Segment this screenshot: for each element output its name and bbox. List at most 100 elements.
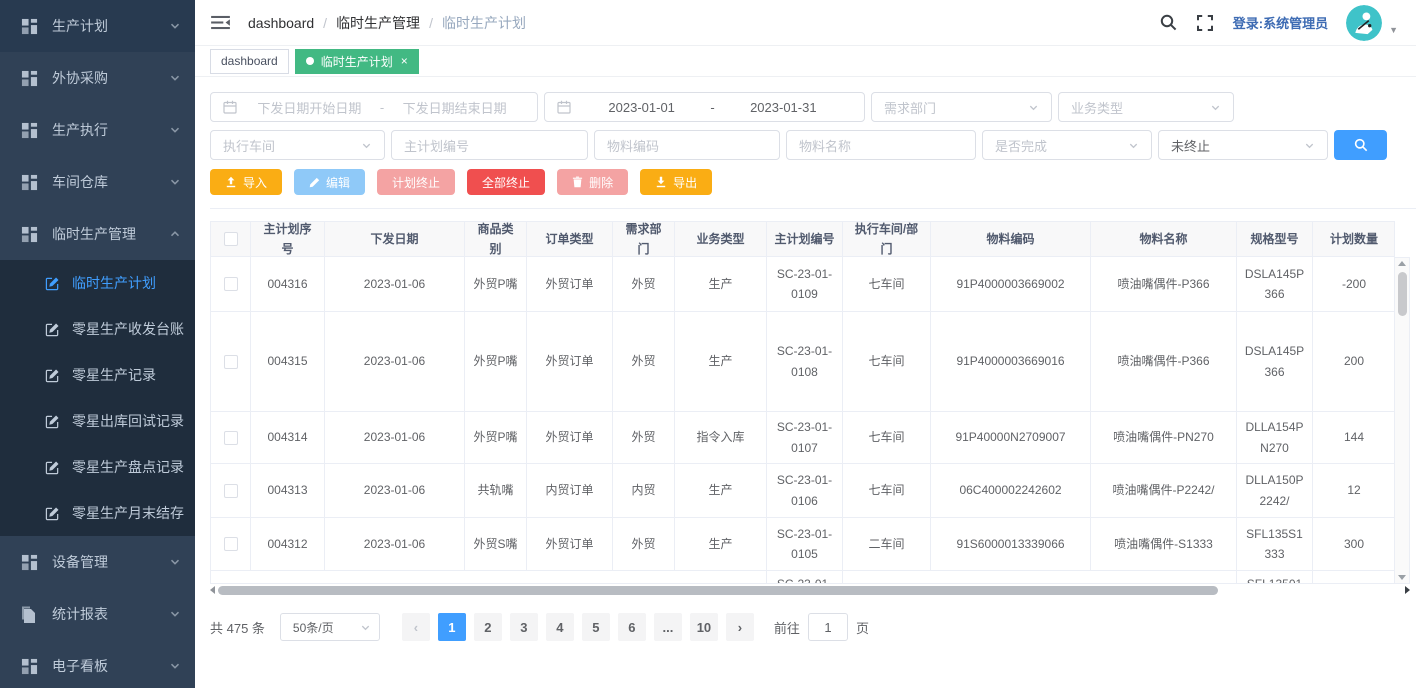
table-row[interactable]: 0043122023-01-06外贸S嘴外贸订单外贸生产SC-23-01-010…: [211, 518, 1394, 571]
breadcrumb-item-2[interactable]: 临时生产计划: [442, 13, 526, 33]
cell: [1313, 571, 1394, 583]
tab-close-icon[interactable]: ×: [401, 55, 408, 67]
table-row-partial[interactable]: SC-23-01-01SFL1350100: [211, 571, 1394, 584]
scroll-left-arrow-icon[interactable]: [210, 586, 215, 594]
action-button-5[interactable]: 导出: [640, 169, 712, 195]
page-button-5[interactable]: 5: [582, 613, 610, 641]
sidebar-subitem-1[interactable]: 零星生产收发台账: [0, 306, 195, 352]
plan-no-input[interactable]: 主计划编号: [391, 130, 588, 160]
sidebar-subitem-2[interactable]: 零星生产记录: [0, 352, 195, 398]
chevron-down-icon: [169, 72, 181, 84]
sidebar-item-6[interactable]: 统计报表: [0, 588, 195, 640]
prev-page-button[interactable]: ‹: [402, 613, 430, 641]
app-window: 生产计划外协采购生产执行车间仓库临时生产管理临时生产计划零星生产收发台账零星生产…: [0, 0, 1416, 688]
scroll-up-arrow-icon[interactable]: [1398, 261, 1406, 266]
sidebar-item-0[interactable]: 生产计划: [0, 0, 195, 52]
vertical-scrollbar[interactable]: [1395, 257, 1410, 584]
chevron-down-icon: [169, 660, 181, 672]
row-checkbox[interactable]: [224, 537, 238, 551]
grid-icon: [21, 225, 39, 243]
page-button-6[interactable]: 6: [618, 613, 646, 641]
sidebar-item-3[interactable]: 车间仓库: [0, 156, 195, 208]
cell: 外贸: [613, 312, 675, 411]
next-page-button[interactable]: ›: [726, 613, 754, 641]
sidebar-item-7[interactable]: 电子看板: [0, 640, 195, 688]
tab-1[interactable]: 临时生产计划 ×: [295, 49, 419, 74]
cell: 内贸: [613, 464, 675, 517]
action-button-2[interactable]: 计划终止: [377, 169, 455, 195]
horizontal-scrollbar[interactable]: [210, 584, 1410, 596]
cell: 外贸: [613, 412, 675, 463]
search-button[interactable]: [1334, 130, 1387, 160]
cell: 喷油嘴偶件-P2242/: [1091, 464, 1237, 517]
edit-square-icon: [45, 321, 61, 337]
action-button-0[interactable]: 导入: [210, 169, 282, 195]
sidebar-item-2[interactable]: 生产执行: [0, 104, 195, 156]
sidebar-item-1[interactable]: 外协采购: [0, 52, 195, 104]
date-range-picker-filled[interactable]: 2023-01-01 - 2023-01-31: [544, 92, 865, 122]
material-code-input[interactable]: 物料编码: [594, 130, 780, 160]
login-user-label[interactable]: 登录:系统管理员: [1233, 13, 1328, 32]
page-ellipsis[interactable]: ...: [654, 613, 682, 641]
sidebar-subitem-label: 临时生产计划: [72, 273, 156, 293]
action-button-3[interactable]: 全部终止: [467, 169, 545, 195]
action-button-label: 全部终止: [482, 174, 530, 191]
page-button-10[interactable]: 10: [690, 613, 718, 641]
chevron-up-icon: [169, 228, 181, 240]
tab-0[interactable]: dashboard: [210, 49, 289, 74]
sidebar-subitem-3[interactable]: 零星出库回试记录: [0, 398, 195, 444]
user-menu-caret-icon[interactable]: ▼: [1389, 25, 1398, 35]
cell: 外贸S嘴: [465, 518, 527, 570]
select-all-checkbox[interactable]: [224, 232, 238, 246]
sidebar-subitem-4[interactable]: 零星生产盘点记录: [0, 444, 195, 490]
scroll-down-arrow-icon[interactable]: [1398, 575, 1406, 580]
breadcrumb-item-1[interactable]: 临时生产管理: [336, 13, 420, 33]
cell: 300: [1313, 518, 1395, 570]
finished-select[interactable]: 是否完成: [982, 130, 1152, 160]
calendar-icon: [557, 100, 571, 114]
sidebar-item-5[interactable]: 设备管理: [0, 536, 195, 588]
page-button-4[interactable]: 4: [546, 613, 574, 641]
page-button-2[interactable]: 2: [474, 613, 502, 641]
dept-select[interactable]: 需求部门: [871, 92, 1052, 122]
sidebar-item-label: 临时生产管理: [52, 224, 136, 244]
column-header-7: 执行车间/部门: [843, 222, 931, 256]
terminate-status-select[interactable]: 未终止: [1158, 130, 1328, 160]
sidebar-collapse-icon[interactable]: [211, 15, 230, 30]
search-icon[interactable]: [1160, 14, 1177, 31]
table-row[interactable]: 0043152023-01-06外贸P嘴外贸订单外贸生产SC-23-01-010…: [211, 312, 1394, 412]
breadcrumb-item-0[interactable]: dashboard: [248, 15, 314, 31]
horizontal-scroll-thumb[interactable]: [218, 586, 1218, 595]
table-row[interactable]: 0043162023-01-06外贸P嘴外贸订单外贸生产SC-23-01-010…: [211, 257, 1394, 312]
issue-date-range-picker[interactable]: 下发日期开始日期 - 下发日期结束日期: [210, 92, 538, 122]
row-checkbox[interactable]: [224, 277, 238, 291]
biz-type-select[interactable]: 业务类型: [1058, 92, 1234, 122]
cell: 91P4000003669016: [931, 312, 1091, 411]
table-header-row: 主计划序号下发日期商品类别订单类型需求部门业务类型主计划编号执行车间/部门物料编…: [211, 222, 1394, 257]
material-name-input[interactable]: 物料名称: [786, 130, 976, 160]
terminate-status-value: 未终止: [1171, 136, 1210, 155]
table-row[interactable]: 0043132023-01-06共轨嘴内贸订单内贸生产SC-23-01-0106…: [211, 464, 1394, 518]
page-button-3[interactable]: 3: [510, 613, 538, 641]
scroll-right-arrow-icon[interactable]: [1405, 586, 1410, 594]
workshop-select[interactable]: 执行车间: [210, 130, 385, 160]
row-checkbox[interactable]: [224, 431, 238, 445]
page-button-1[interactable]: 1: [438, 613, 466, 641]
action-button-1[interactable]: 编辑: [294, 169, 365, 195]
table-row[interactable]: 0043142023-01-06外贸P嘴外贸订单外贸指令入库SC-23-01-0…: [211, 412, 1394, 464]
tab-label: 临时生产计划: [321, 53, 393, 70]
sidebar-subitem-5[interactable]: 零星生产月末结存: [0, 490, 195, 536]
avatar[interactable]: [1346, 5, 1382, 41]
goto-page-input[interactable]: 1: [808, 613, 848, 641]
cell: 生产: [675, 464, 767, 517]
row-checkbox[interactable]: [224, 355, 238, 369]
action-button-label: 导入: [243, 174, 267, 191]
sidebar-item-4[interactable]: 临时生产管理: [0, 208, 195, 260]
sidebar-subitem-0[interactable]: 临时生产计划: [0, 260, 195, 306]
cell: 七车间: [843, 257, 931, 311]
fullscreen-icon[interactable]: [1197, 15, 1213, 31]
action-button-4[interactable]: 删除: [557, 169, 628, 195]
page-size-select[interactable]: 50条/页: [280, 613, 380, 641]
vertical-scroll-thumb[interactable]: [1398, 272, 1407, 316]
row-checkbox[interactable]: [224, 484, 238, 498]
